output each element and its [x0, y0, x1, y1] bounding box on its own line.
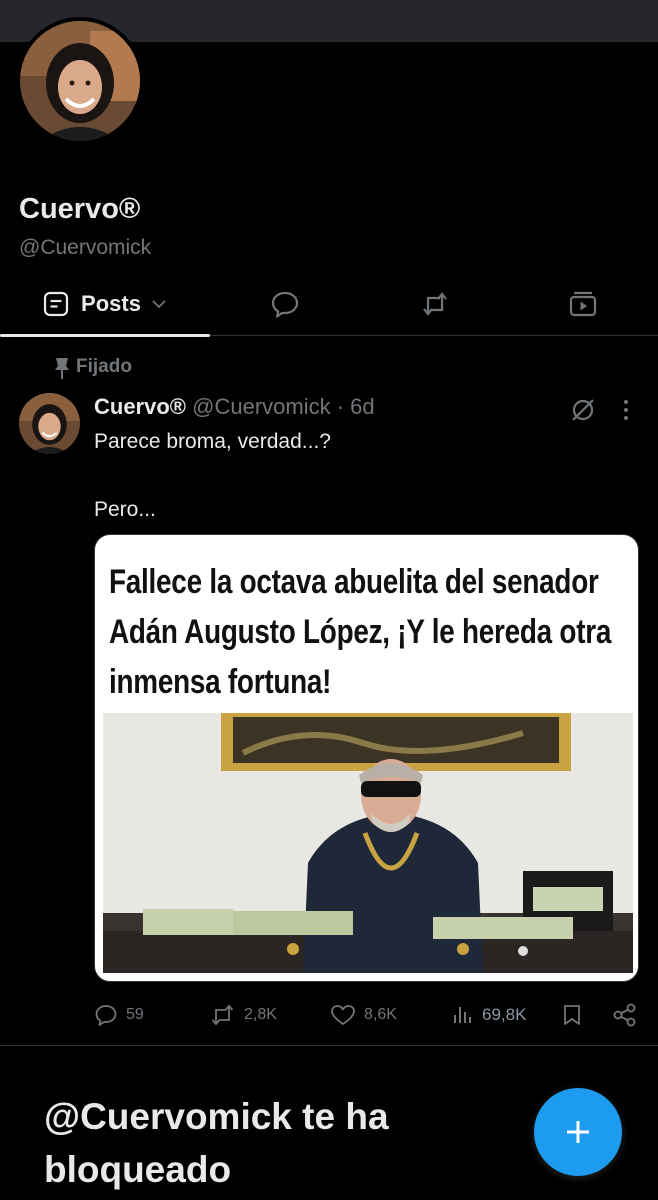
profile-display-name: Cuervo® — [19, 193, 141, 225]
post-author-handle[interactable]: @Cuervomick — [192, 394, 337, 419]
reply-button[interactable]: 59 — [94, 998, 144, 1032]
compose-post-button[interactable] — [534, 1088, 622, 1176]
post-separator: · — [336, 394, 345, 419]
repost-icon — [423, 292, 447, 316]
like-count: 8,6K — [364, 1006, 397, 1023]
tab-media[interactable] — [548, 272, 618, 336]
tab-replies[interactable] — [250, 272, 320, 336]
post-author-name[interactable]: Cuervo® — [94, 394, 186, 419]
avatar-photo — [19, 393, 80, 454]
tab-reposts[interactable] — [400, 272, 470, 336]
bookmark-button[interactable] — [560, 998, 592, 1032]
media-icon — [569, 291, 597, 317]
media-photo — [103, 713, 633, 973]
like-button[interactable]: 8,6K — [330, 998, 397, 1032]
views-button[interactable]: 69,8K — [452, 998, 526, 1032]
pinned-indicator: Fijado — [50, 356, 132, 379]
avatar-photo — [20, 21, 140, 141]
profile-tabs: Posts — [0, 272, 658, 337]
pin-icon — [55, 358, 69, 379]
tab-posts-label: Posts — [81, 291, 141, 316]
repost-count: 2,8K — [244, 1006, 277, 1023]
reply-count: 59 — [126, 1006, 144, 1023]
views-icon — [454, 1007, 471, 1023]
tab-posts[interactable]: Posts — [0, 272, 210, 337]
pinned-label: Fijado — [76, 356, 132, 377]
repost-button[interactable]: 2,8K — [210, 998, 277, 1032]
reply-icon — [95, 1005, 117, 1026]
grok-icon[interactable] — [569, 396, 597, 424]
share-button[interactable] — [612, 998, 646, 1032]
posts-icon — [43, 291, 69, 317]
plus-icon — [567, 1121, 589, 1143]
views-count: 69,8K — [482, 1005, 527, 1024]
post-time[interactable]: 6d — [344, 394, 374, 419]
media-headline: Fallece la octava abuelita del senador A… — [109, 563, 612, 701]
chevron-down-icon — [152, 300, 166, 309]
post-media-image[interactable]: Fallece la octava abuelita del senador A… — [94, 534, 639, 982]
section-divider — [0, 1045, 658, 1046]
profile-handle: @Cuervomick — [19, 236, 152, 259]
bookmark-icon — [564, 1005, 580, 1025]
post-actions: 59 2,8K 8,6K 69,8K — [0, 998, 658, 1032]
post-author-avatar[interactable] — [19, 393, 80, 454]
grok-icon-glyph — [572, 399, 594, 421]
post-text-line-2: Pero... — [94, 498, 156, 521]
profile-avatar[interactable] — [16, 17, 144, 145]
share-icon — [613, 1003, 636, 1027]
blocked-message: @Cuervomick te ha bloqueado — [44, 1096, 389, 1190]
heart-icon — [331, 1005, 355, 1025]
repost-icon — [211, 1004, 234, 1026]
post-header: Cuervo® @Cuervomick · 6d — [94, 394, 375, 420]
more-options-icon[interactable] — [612, 396, 640, 424]
replies-icon — [271, 291, 299, 318]
post-text-line-1: Parece broma, verdad...? — [94, 430, 331, 453]
tab-selected-indicator — [0, 334, 210, 337]
more-vertical-icon — [624, 400, 628, 420]
